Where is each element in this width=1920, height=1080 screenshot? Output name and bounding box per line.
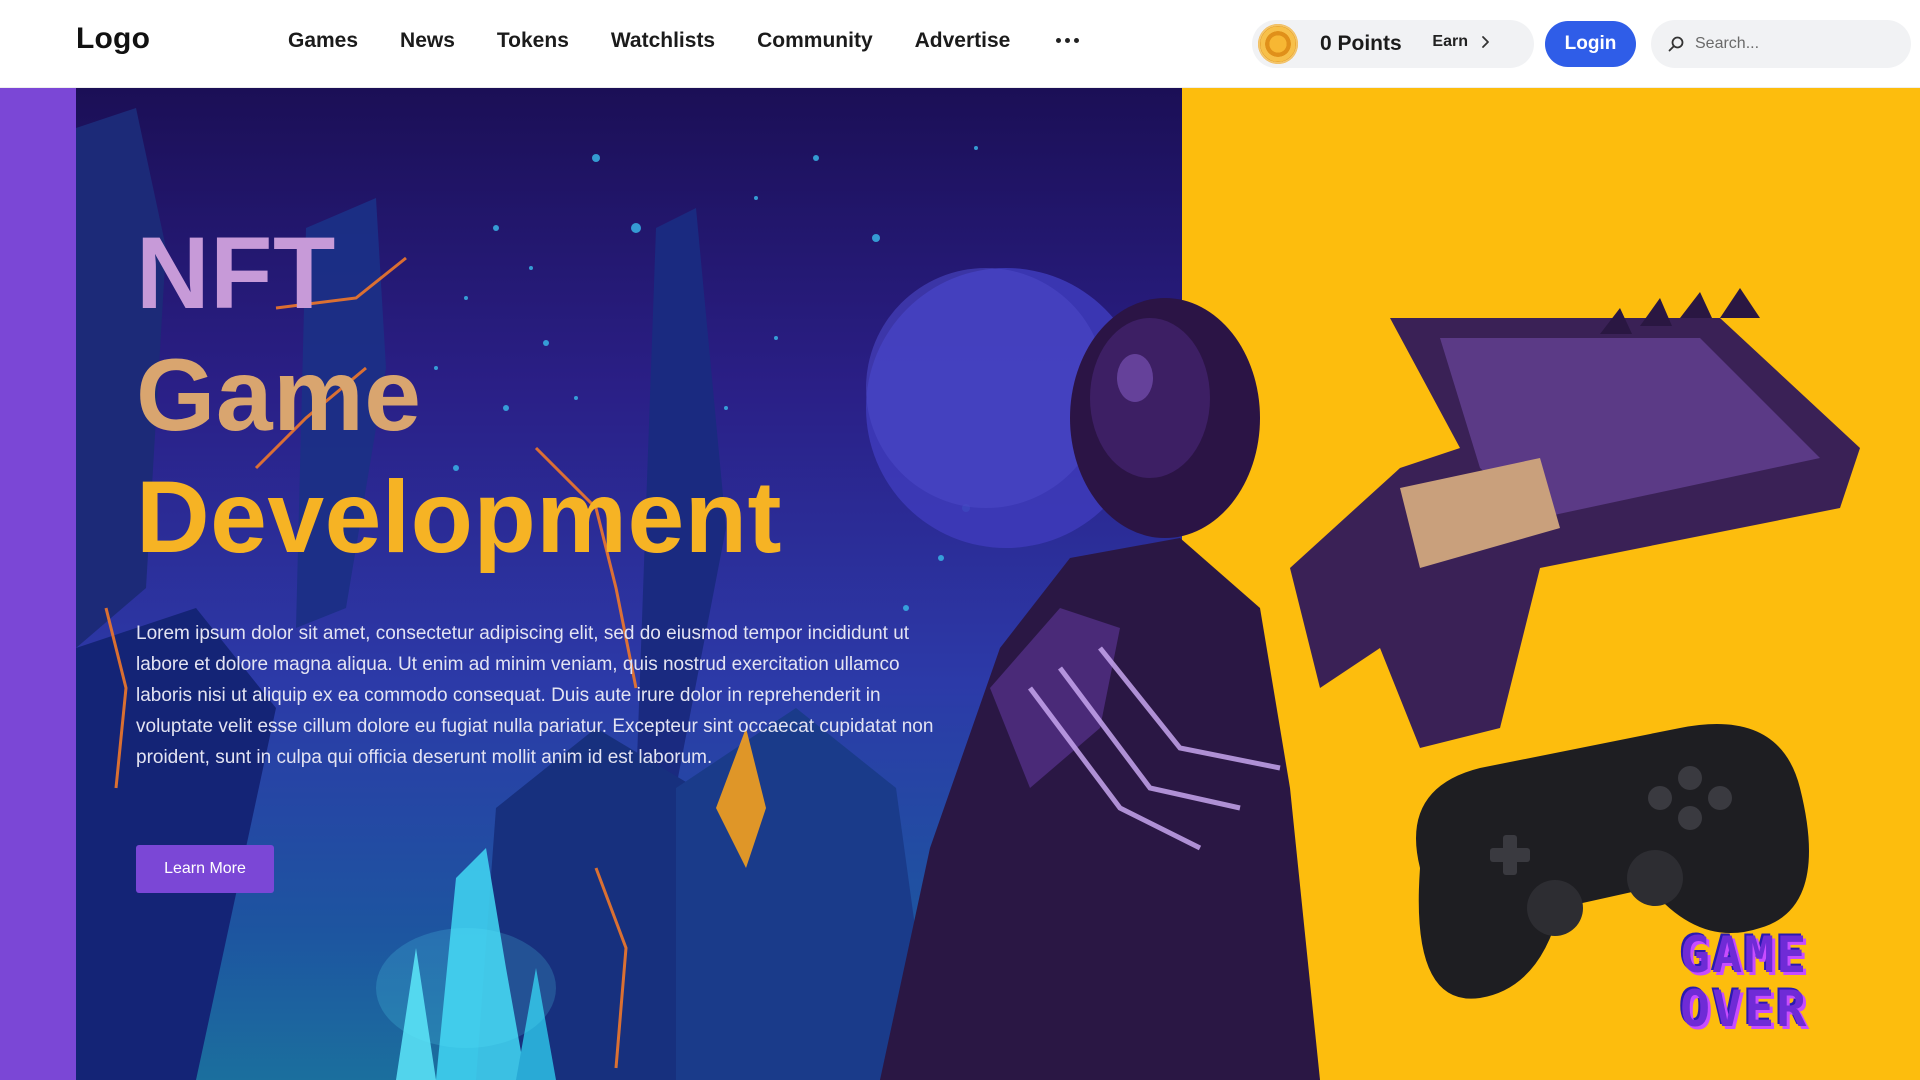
main-nav: Games News Tokens Watchlists Community A… [288,28,1083,53]
search-bar[interactable] [1651,20,1911,68]
points-value: 0 Points [1320,32,1402,55]
nav-item-games[interactable]: Games [288,29,358,53]
site-logo[interactable]: Logo [76,22,150,56]
more-icon[interactable] [1052,28,1083,53]
hero-title-line1: NFT [136,216,336,330]
points-widget[interactable]: 0 Points Earn [1252,20,1534,68]
game-over-line1: GAME [1680,926,1809,984]
nav-item-watchlists[interactable]: Watchlists [611,29,715,53]
nav-item-tokens[interactable]: Tokens [497,29,569,53]
search-icon [1668,36,1684,52]
game-over-badge: GAME OVER [1680,928,1858,1036]
nav-item-news[interactable]: News [400,29,455,53]
learn-more-button[interactable]: Learn More [136,845,274,893]
hero-title-line3: Development [136,460,782,574]
hero-banner: NFT Game Development Lorem ipsum dolor s… [0,88,1920,1080]
game-over-line2: OVER [1680,980,1809,1038]
search-input[interactable] [1695,35,1895,53]
top-navbar: Logo Games News Tokens Watchlists Commun… [0,0,1920,88]
hero-description: Lorem ipsum dolor sit amet, consectetur … [136,623,934,768]
hero-title-line2: Game [136,338,422,452]
coin-icon [1258,24,1298,64]
chevron-right-icon [1482,36,1489,48]
earn-button[interactable]: Earn [1432,33,1492,51]
nav-item-community[interactable]: Community [757,29,873,53]
login-button[interactable]: Login [1545,21,1636,67]
hero-heading: NFT Game Development [136,212,782,578]
earn-label: Earn [1432,33,1468,50]
nav-item-advertise[interactable]: Advertise [915,29,1011,53]
